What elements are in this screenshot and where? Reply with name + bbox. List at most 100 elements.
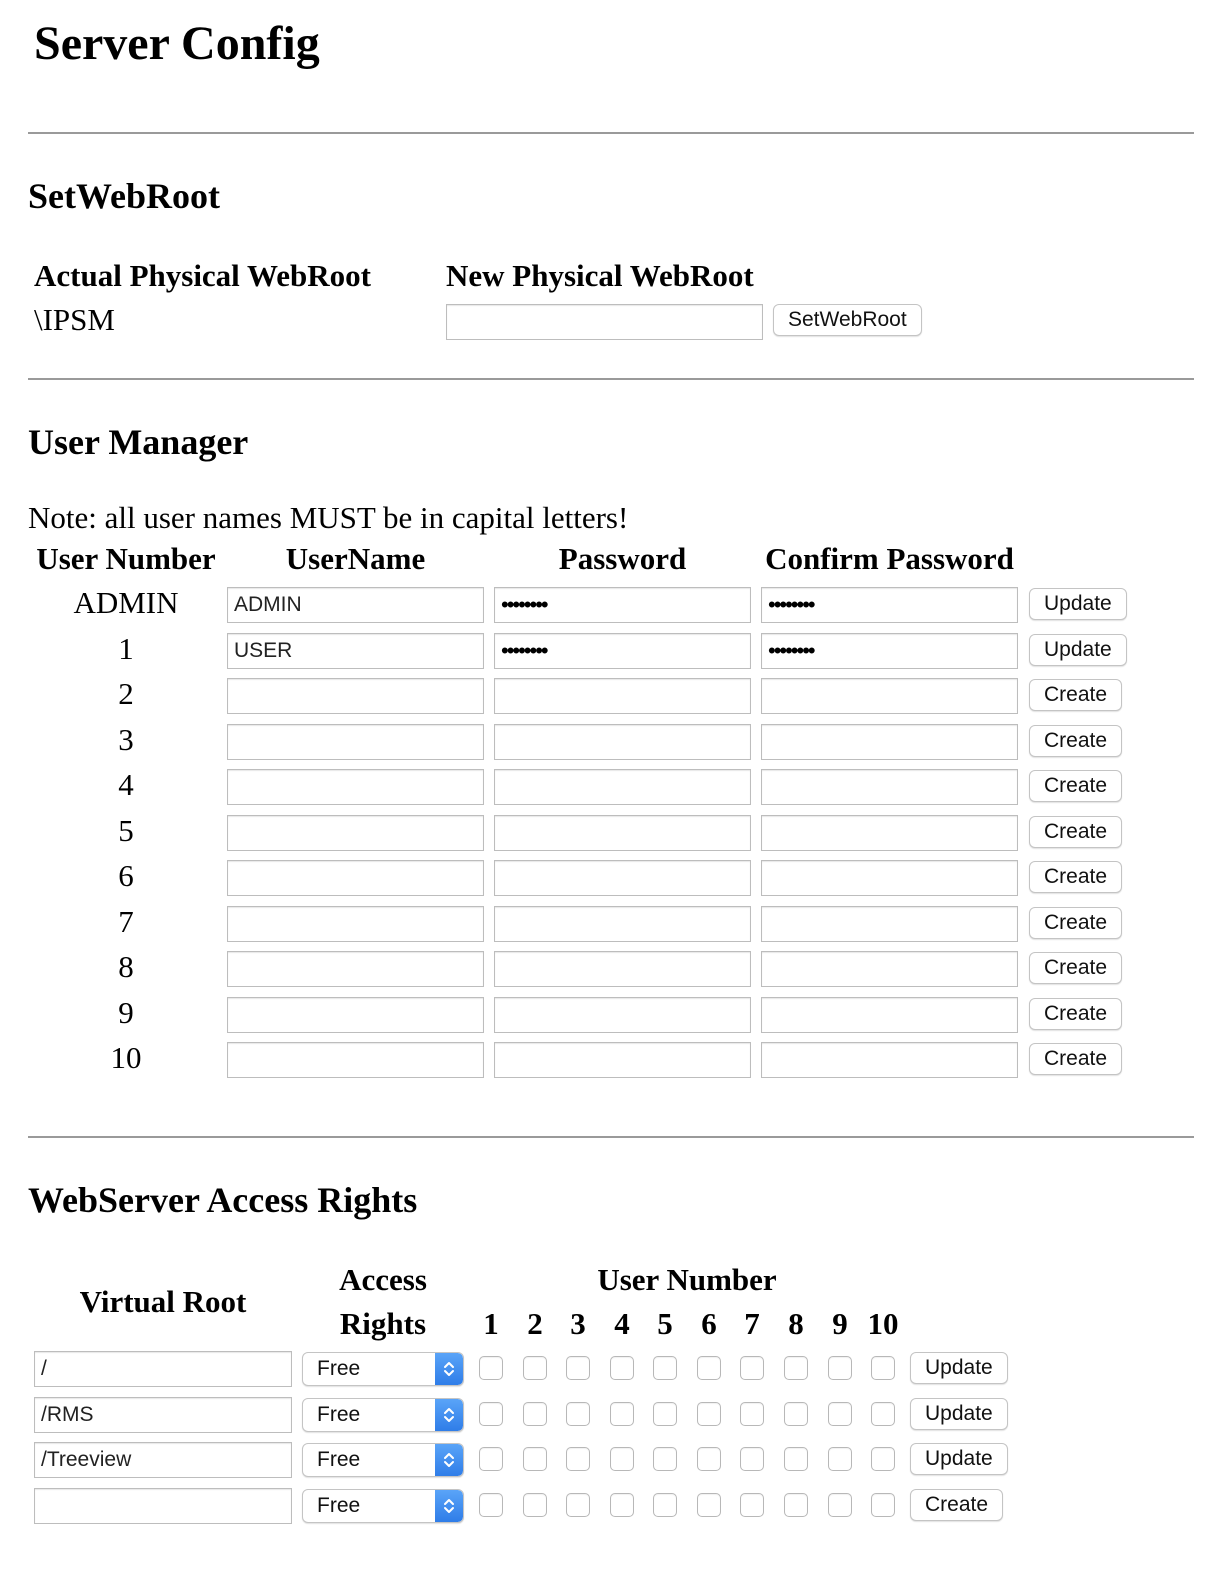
user-access-checkbox[interactable] (784, 1402, 808, 1426)
user-access-checkbox[interactable] (566, 1493, 590, 1517)
user-note: Note: all user names MUST be in capital … (28, 500, 629, 535)
password-input[interactable] (494, 1042, 751, 1078)
create-user-button[interactable]: Create (1029, 952, 1123, 984)
username-input[interactable] (227, 633, 484, 669)
user-access-checkbox[interactable] (784, 1493, 808, 1517)
username-input[interactable] (227, 997, 484, 1033)
user-access-checkbox[interactable] (740, 1402, 764, 1426)
new-webroot-input[interactable] (446, 304, 763, 340)
update-access-button[interactable]: Update (910, 1398, 1008, 1430)
user-access-checkbox[interactable] (697, 1356, 721, 1380)
setwebroot-button[interactable]: SetWebRoot (773, 304, 922, 336)
password-input[interactable] (494, 860, 751, 896)
password-input[interactable] (494, 678, 751, 714)
access-rights-select[interactable]: Free (302, 1352, 464, 1386)
user-access-checkbox[interactable] (740, 1493, 764, 1517)
create-user-button[interactable]: Create (1029, 816, 1123, 848)
user-access-checkbox[interactable] (784, 1356, 808, 1380)
confirm-password-input[interactable] (761, 724, 1018, 760)
update-access-button[interactable]: Update (910, 1352, 1008, 1384)
password-input[interactable] (494, 587, 751, 623)
user-access-checkbox[interactable] (523, 1356, 547, 1380)
user-access-checkbox[interactable] (828, 1356, 852, 1380)
user-access-checkbox[interactable] (566, 1356, 590, 1380)
user-access-checkbox[interactable] (479, 1402, 503, 1426)
password-input[interactable] (494, 997, 751, 1033)
user-access-checkbox[interactable] (653, 1447, 677, 1471)
user-access-checkbox[interactable] (697, 1447, 721, 1471)
user-access-checkbox[interactable] (566, 1447, 590, 1471)
password-input[interactable] (494, 815, 751, 851)
username-input[interactable] (227, 815, 484, 851)
user-access-checkbox[interactable] (566, 1402, 590, 1426)
password-input[interactable] (494, 769, 751, 805)
create-user-button[interactable]: Create (1029, 770, 1123, 802)
user-access-checkbox[interactable] (697, 1493, 721, 1517)
confirm-password-input[interactable] (761, 906, 1018, 942)
virtual-root-input[interactable] (34, 1488, 292, 1524)
user-access-checkbox[interactable] (653, 1356, 677, 1380)
user-access-checkbox[interactable] (610, 1493, 634, 1517)
create-user-button[interactable]: Create (1029, 679, 1123, 711)
user-access-checkbox[interactable] (784, 1447, 808, 1471)
confirm-password-input[interactable] (761, 860, 1018, 896)
user-access-checkbox[interactable] (653, 1402, 677, 1426)
confirm-password-input[interactable] (761, 815, 1018, 851)
update-access-button[interactable]: Update (910, 1443, 1008, 1475)
user-access-checkbox[interactable] (740, 1447, 764, 1471)
confirm-password-input[interactable] (761, 587, 1018, 623)
username-input[interactable] (227, 1042, 484, 1078)
user-number-header: 8 (788, 1306, 804, 1341)
user-access-checkbox[interactable] (871, 1447, 895, 1471)
username-input[interactable] (227, 724, 484, 760)
user-access-checkbox[interactable] (828, 1447, 852, 1471)
user-access-checkbox[interactable] (871, 1356, 895, 1380)
virtual-root-input[interactable] (34, 1442, 292, 1478)
virtual-root-input[interactable] (34, 1351, 292, 1387)
user-access-checkbox[interactable] (479, 1356, 503, 1380)
access-rights-select[interactable]: Free (302, 1489, 464, 1523)
user-access-checkbox[interactable] (610, 1447, 634, 1471)
username-input[interactable] (227, 906, 484, 942)
password-input[interactable] (494, 906, 751, 942)
username-input[interactable] (227, 860, 484, 896)
confirm-password-input[interactable] (761, 633, 1018, 669)
user-access-checkbox[interactable] (828, 1493, 852, 1517)
update-user-button[interactable]: Update (1029, 588, 1127, 620)
create-access-button[interactable]: Create (910, 1489, 1004, 1521)
username-input[interactable] (227, 769, 484, 805)
user-access-checkbox[interactable] (523, 1447, 547, 1471)
user-access-checkbox[interactable] (653, 1493, 677, 1517)
password-input[interactable] (494, 951, 751, 987)
access-rights-select[interactable]: Free (302, 1398, 464, 1432)
create-user-button[interactable]: Create (1029, 998, 1123, 1030)
user-access-checkbox[interactable] (523, 1402, 547, 1426)
create-user-button[interactable]: Create (1029, 725, 1123, 757)
confirm-password-input[interactable] (761, 951, 1018, 987)
user-access-checkbox[interactable] (523, 1493, 547, 1517)
username-input[interactable] (227, 951, 484, 987)
user-access-checkbox[interactable] (610, 1356, 634, 1380)
confirm-password-input[interactable] (761, 769, 1018, 805)
username-input[interactable] (227, 587, 484, 623)
password-input[interactable] (494, 633, 751, 669)
create-user-button[interactable]: Create (1029, 1043, 1123, 1075)
username-input[interactable] (227, 678, 484, 714)
user-access-checkbox[interactable] (479, 1447, 503, 1471)
confirm-password-input[interactable] (761, 678, 1018, 714)
confirm-password-input[interactable] (761, 997, 1018, 1033)
access-rights-select[interactable]: Free (302, 1443, 464, 1477)
create-user-button[interactable]: Create (1029, 861, 1123, 893)
user-access-checkbox[interactable] (740, 1356, 764, 1380)
user-access-checkbox[interactable] (871, 1493, 895, 1517)
virtual-root-input[interactable] (34, 1397, 292, 1433)
user-access-checkbox[interactable] (610, 1402, 634, 1426)
user-access-checkbox[interactable] (828, 1402, 852, 1426)
confirm-password-input[interactable] (761, 1042, 1018, 1078)
user-access-checkbox[interactable] (871, 1402, 895, 1426)
create-user-button[interactable]: Create (1029, 907, 1123, 939)
user-access-checkbox[interactable] (697, 1402, 721, 1426)
update-user-button[interactable]: Update (1029, 634, 1127, 666)
password-input[interactable] (494, 724, 751, 760)
user-access-checkbox[interactable] (479, 1493, 503, 1517)
